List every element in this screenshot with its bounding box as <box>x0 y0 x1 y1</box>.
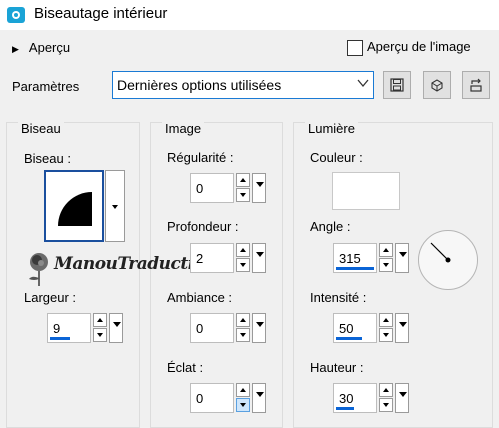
shininess-label: Éclat : <box>167 360 204 375</box>
slider-dropdown-icon[interactable] <box>252 313 266 343</box>
intensity-label: Intensité : <box>310 290 367 305</box>
window-title: Biseautage intérieur <box>34 5 168 22</box>
slider-dropdown-icon[interactable] <box>252 243 266 273</box>
presets-dropdown[interactable]: Dernières options utilisées <box>112 71 374 99</box>
chevron-down-icon <box>357 79 369 88</box>
decrement-arrow-icon[interactable] <box>236 398 250 412</box>
title-bar: Biseautage intérieur <box>0 0 499 30</box>
elevation-spinner[interactable]: 30 <box>333 383 409 413</box>
slider-dropdown-icon[interactable] <box>395 243 409 273</box>
slider-dropdown-icon[interactable] <box>109 313 123 343</box>
image-preview-label: Aperçu de l'image <box>367 39 471 54</box>
increment-arrow-icon[interactable] <box>236 243 250 257</box>
bevel-shape-icon <box>58 192 92 226</box>
increment-arrow-icon[interactable] <box>379 243 393 257</box>
shininess-input[interactable]: 0 <box>190 383 234 413</box>
angle-label: Angle : <box>310 219 351 234</box>
increment-arrow-icon[interactable] <box>236 173 250 187</box>
light-color-swatch[interactable] <box>332 172 400 210</box>
ambience-value: 0 <box>196 321 204 336</box>
decrement-arrow-icon[interactable] <box>236 188 250 202</box>
angle-fill <box>336 267 374 270</box>
save-preset-button[interactable] <box>383 71 411 99</box>
decrement-arrow-icon[interactable] <box>379 328 393 342</box>
bevel-width-label: Largeur : <box>24 290 77 305</box>
manage-presets-icon <box>470 78 482 92</box>
rose-icon <box>29 253 48 286</box>
increment-arrow-icon[interactable] <box>379 383 393 397</box>
save-icon <box>390 78 404 92</box>
angle-dial[interactable] <box>418 230 478 290</box>
increment-arrow-icon[interactable] <box>236 383 250 397</box>
increment-arrow-icon[interactable] <box>93 313 107 327</box>
bevel-width-input[interactable]: 9 <box>47 313 91 343</box>
slider-dropdown-icon[interactable] <box>252 173 266 203</box>
expand-arrow-icon: ▶ <box>12 44 19 54</box>
app-icon <box>7 7 25 23</box>
intensity-fill <box>336 337 362 340</box>
reset-button[interactable] <box>423 71 451 99</box>
image-group-title: Image <box>162 121 205 136</box>
ambience-spinner[interactable]: 0 <box>190 313 266 343</box>
checkbox-box[interactable] <box>347 39 363 56</box>
depth-input[interactable]: 2 <box>190 243 234 273</box>
reset-icon <box>431 79 443 92</box>
decrement-arrow-icon[interactable] <box>379 398 393 412</box>
bevel-width-value: 9 <box>53 321 61 336</box>
shininess-value: 0 <box>196 391 204 406</box>
elevation-value: 30 <box>339 391 354 406</box>
bevel-width-fill <box>50 337 70 340</box>
depth-spinner[interactable]: 2 <box>190 243 266 273</box>
watermark: ManouTraductions <box>24 248 226 290</box>
smoothness-input[interactable]: 0 <box>190 173 234 203</box>
angle-spinner[interactable]: 315 <box>333 243 409 273</box>
smoothness-label: Régularité : <box>167 150 234 165</box>
light-group-title: Lumière <box>305 121 358 136</box>
elevation-fill <box>336 407 354 410</box>
ambience-label: Ambiance : <box>167 290 233 305</box>
angle-needle-icon <box>430 242 451 263</box>
manage-presets-button[interactable] <box>462 71 490 99</box>
decrement-arrow-icon[interactable] <box>236 328 250 342</box>
depth-label: Profondeur : <box>167 219 239 234</box>
preview-label: Aperçu <box>28 40 71 55</box>
smoothness-value: 0 <box>196 181 204 196</box>
shininess-spinner[interactable]: 0 <box>190 383 266 413</box>
preview-toggle[interactable]: ▶ Aperçu <box>12 40 70 55</box>
smoothness-spinner[interactable]: 0 <box>190 173 266 203</box>
intensity-spinner[interactable]: 50 <box>333 313 409 343</box>
decrement-arrow-icon[interactable] <box>379 258 393 272</box>
increment-arrow-icon[interactable] <box>379 313 393 327</box>
depth-value: 2 <box>196 251 204 266</box>
presets-selected-value: Dernières options utilisées <box>117 77 282 93</box>
color-label: Couleur : <box>310 150 363 165</box>
angle-value: 315 <box>339 251 361 266</box>
dialog-body: ▶ Aperçu Aperçu de l'image Paramètres Der… <box>0 30 499 428</box>
elevation-label: Hauteur : <box>310 360 364 375</box>
presets-label: Paramètres <box>12 79 80 94</box>
elevation-input[interactable]: 30 <box>333 383 377 413</box>
angle-input[interactable]: 315 <box>333 243 377 273</box>
decrement-arrow-icon[interactable] <box>236 258 250 272</box>
bevel-group-title: Biseau <box>18 121 64 136</box>
bevel-shape-label: Biseau : <box>24 151 71 166</box>
increment-arrow-icon[interactable] <box>236 313 250 327</box>
intensity-value: 50 <box>339 321 354 336</box>
intensity-input[interactable]: 50 <box>333 313 377 343</box>
image-preview-checkbox[interactable]: Aperçu de l'image <box>347 39 471 56</box>
decrement-arrow-icon[interactable] <box>93 328 107 342</box>
slider-dropdown-icon[interactable] <box>395 383 409 413</box>
ambience-input[interactable]: 0 <box>190 313 234 343</box>
bevel-shape-preview[interactable] <box>44 170 104 242</box>
bevel-shape-dropdown-button[interactable] <box>105 170 125 242</box>
slider-dropdown-icon[interactable] <box>252 383 266 413</box>
bevel-width-spinner[interactable]: 9 <box>47 313 123 343</box>
slider-dropdown-icon[interactable] <box>395 313 409 343</box>
